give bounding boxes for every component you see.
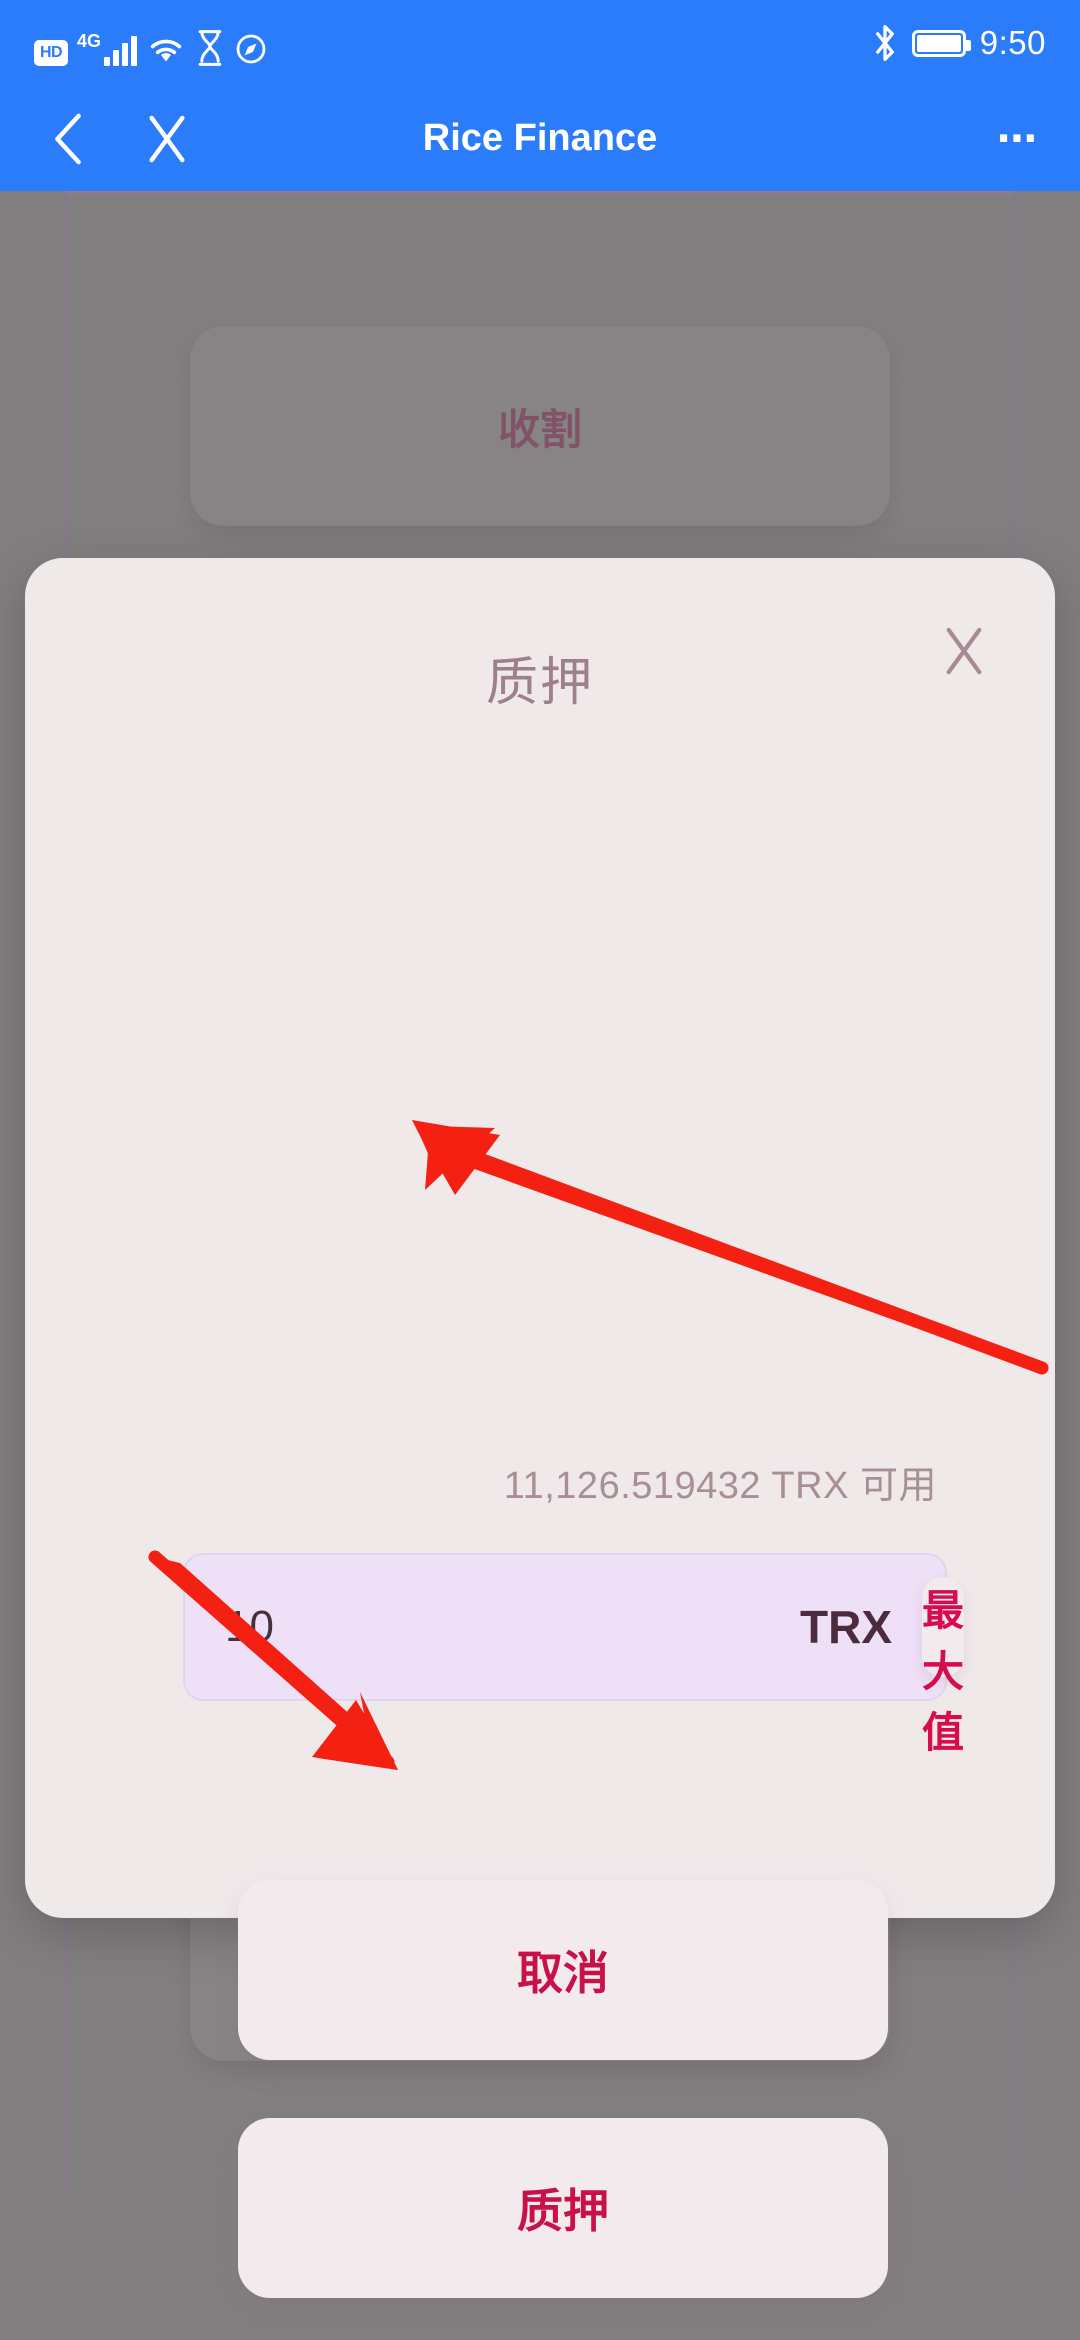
close-button[interactable] — [138, 110, 196, 168]
signal-icon: 4G — [77, 31, 138, 66]
back-button[interactable] — [40, 110, 98, 168]
network-type-label: 4G — [77, 31, 102, 51]
wifi-icon — [150, 39, 182, 62]
clock: 9:50 — [979, 24, 1046, 61]
status-bar-left-icons: HD 4G — [34, 20, 268, 66]
max-button[interactable]: 最大值 — [922, 1577, 965, 1756]
more-horizontal-icon[interactable]: ⋯ — [997, 119, 1040, 159]
available-balance-label: 11,126.519432 TRX 可用 — [503, 1465, 937, 1507]
amount-input-row[interactable]: TRX 最大值 — [183, 1553, 965, 1756]
compass-icon — [236, 34, 266, 64]
status-bar: HD 4G 9:50 — [0, 0, 1080, 86]
modal-title: 质押 — [485, 654, 594, 712]
background-harvest-button[interactable]: 收割 — [190, 326, 890, 526]
phone-screen: HD 4G 9:50 Rice Finance ⋯ 收割 质押 11,126.5… — [0, 0, 1080, 2340]
battery-icon — [911, 29, 971, 57]
status-bar-right-icons: 9:50 — [872, 23, 1046, 63]
signal-bars-icon — [104, 32, 138, 66]
hourglass-icon — [198, 30, 222, 66]
amount-input[interactable] — [185, 1602, 800, 1652]
cancel-button[interactable]: 取消 — [238, 1880, 888, 2060]
nav-bar: Rice Finance ⋯ — [0, 86, 1080, 191]
stake-modal: 质押 11,126.519432 TRX 可用 TRX 最大值 取消 质押 — [25, 558, 1055, 2298]
modal-close-icon[interactable] — [933, 620, 995, 682]
hd-icon: HD — [34, 40, 68, 66]
bluetooth-icon — [875, 25, 894, 61]
amount-unit-label: TRX — [800, 1601, 892, 1653]
background-harvest-label: 收割 — [497, 405, 582, 453]
stake-button[interactable]: 质押 — [238, 2118, 888, 2298]
